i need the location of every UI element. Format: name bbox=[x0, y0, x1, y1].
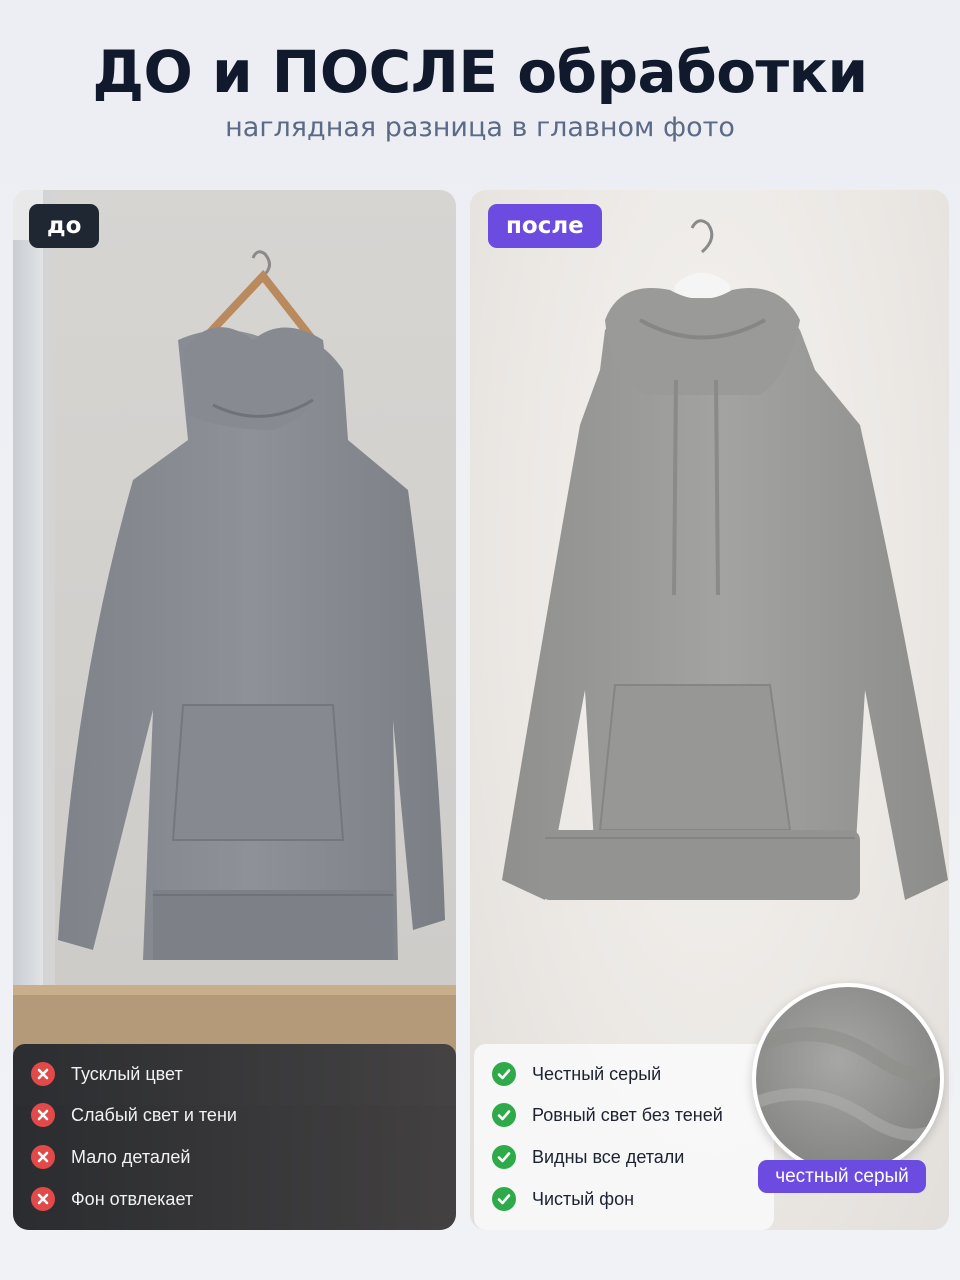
fabric-closeup bbox=[752, 983, 944, 1175]
before-issues-list: Тусклый цвет Слабый свет и тени Мало дет… bbox=[13, 1044, 456, 1230]
after-badge: после bbox=[488, 204, 602, 248]
fabric-texture bbox=[756, 987, 940, 1171]
check-icon bbox=[492, 1062, 516, 1086]
before-badge: до bbox=[29, 204, 100, 248]
list-item: Чистый фон bbox=[492, 1184, 634, 1214]
list-item: Тусклый цвет bbox=[31, 1059, 183, 1089]
benefit-label: Честный серый bbox=[532, 1063, 662, 1084]
list-item: Слабый свет и тени bbox=[31, 1100, 237, 1130]
page-title: ДО и ПОСЛЕ обработки bbox=[92, 38, 868, 106]
issue-label: Тусклый цвет bbox=[71, 1063, 183, 1084]
issue-label: Слабый свет и тени bbox=[71, 1104, 237, 1125]
list-item: Фон отвлекает bbox=[31, 1184, 193, 1214]
issue-label: Фон отвлекает bbox=[71, 1188, 194, 1209]
check-icon bbox=[492, 1145, 516, 1169]
list-item: Видны все детали bbox=[492, 1142, 684, 1172]
after-benefits-list: Честный серый Ровный свет без теней Видн… bbox=[474, 1044, 774, 1230]
benefit-label: Видны все детали bbox=[532, 1146, 685, 1167]
check-icon bbox=[492, 1187, 516, 1211]
cross-icon bbox=[31, 1145, 55, 1169]
issue-label: Мало деталей bbox=[71, 1146, 191, 1167]
cross-icon bbox=[31, 1187, 55, 1211]
swatch-label: честный серый bbox=[758, 1160, 926, 1193]
benefit-label: Чистый фон bbox=[532, 1188, 635, 1209]
list-item: Мало деталей bbox=[31, 1142, 190, 1172]
list-item: Ровный свет без теней bbox=[492, 1100, 723, 1130]
check-icon bbox=[492, 1103, 516, 1127]
cross-icon bbox=[31, 1062, 55, 1086]
page-subtitle: наглядная разница в главном фото bbox=[225, 112, 735, 143]
cross-icon bbox=[31, 1103, 55, 1127]
list-item: Честный серый bbox=[492, 1059, 661, 1089]
before-panel: до Тусклый цвет Слабый свет и тени Мало … bbox=[13, 190, 456, 1230]
benefit-label: Ровный свет без теней bbox=[532, 1104, 723, 1125]
